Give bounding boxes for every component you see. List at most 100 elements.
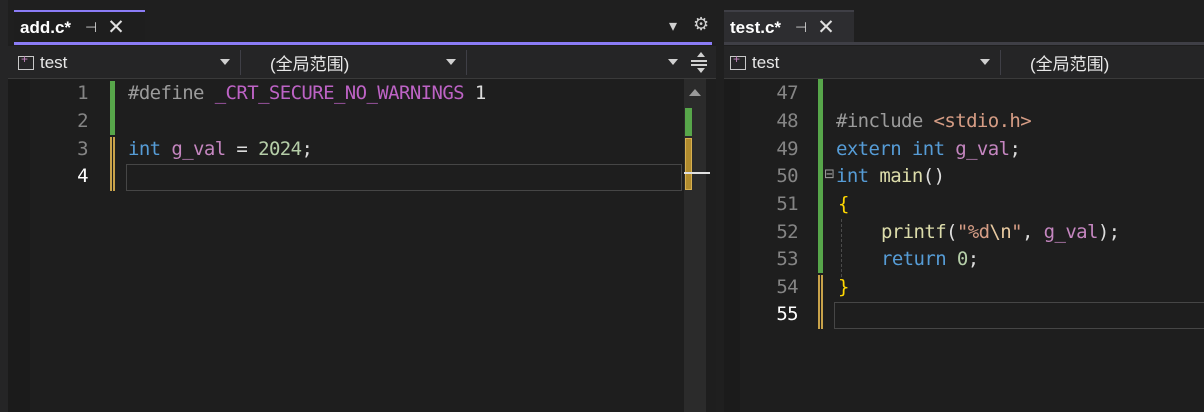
parentheses: () xyxy=(922,165,945,187)
semicolon: ; xyxy=(967,248,979,270)
chevron-down-icon xyxy=(220,59,230,65)
number-literal: 2024 xyxy=(258,138,302,160)
semicolon: ; xyxy=(301,138,313,160)
variable-name: g_val xyxy=(1043,221,1099,243)
nav-divider xyxy=(466,50,467,75)
open-brace: { xyxy=(838,193,849,215)
right-navigation-bar: test (全局范围) xyxy=(724,46,1204,79)
left-outer-gutter xyxy=(8,79,30,412)
close-icon[interactable]: ✕ xyxy=(107,17,125,38)
scroll-up-icon[interactable] xyxy=(689,89,701,96)
line-number: 47 xyxy=(776,82,798,104)
line-number: 50 xyxy=(776,165,798,187)
saved-change-marker xyxy=(818,79,823,273)
line-number: 49 xyxy=(776,138,798,160)
comma: , xyxy=(1021,221,1044,243)
tab-add-c[interactable]: add.c* ⊣ ✕ xyxy=(14,10,145,43)
line-number-current: 55 xyxy=(776,303,798,325)
line-number: 53 xyxy=(776,248,798,270)
project-icon xyxy=(730,52,746,70)
line-number: 52 xyxy=(776,221,798,243)
chevron-down-icon xyxy=(668,59,678,65)
variable-name: g_val xyxy=(160,138,226,160)
type-keyword: int xyxy=(128,138,161,160)
scrollbar-caret-marker xyxy=(684,172,710,174)
tab-title: test.c* xyxy=(730,17,782,37)
project-dropdown[interactable]: test xyxy=(726,50,998,75)
project-dropdown[interactable]: test xyxy=(14,50,238,75)
unsaved-change-marker xyxy=(110,137,115,191)
type-keyword: int xyxy=(901,138,945,160)
code-line-50: int main() xyxy=(836,165,945,187)
line-number: 3 xyxy=(77,138,88,160)
nav-divider xyxy=(1000,50,1001,75)
open-paren: ( xyxy=(946,221,957,243)
right-accent-line xyxy=(724,42,1204,45)
left-tab-strip: add.c* ⊣ ✕ ▾ ⚙ xyxy=(0,0,716,412)
close-brace: } xyxy=(838,276,849,298)
scrollbar-unsaved-marker xyxy=(685,138,692,190)
member-dropdown[interactable] xyxy=(468,50,686,75)
return-keyword: return xyxy=(881,248,947,270)
scope-dropdown[interactable]: (全局范围) xyxy=(242,50,464,75)
right-outer-gutter xyxy=(724,79,740,412)
project-icon xyxy=(18,52,34,70)
pin-icon[interactable]: ⊣ xyxy=(795,19,807,36)
pane-splitter[interactable] xyxy=(716,0,724,412)
collapse-icon[interactable]: ⊟ xyxy=(824,167,835,182)
code-line-48: #include <stdio.h> xyxy=(836,110,1032,132)
line-number: 1 xyxy=(77,82,88,104)
left-edge-strip xyxy=(0,0,8,412)
left-vertical-scrollbar[interactable] xyxy=(684,79,710,412)
line-number: 2 xyxy=(77,110,88,132)
left-accent-line xyxy=(14,42,712,45)
directive: #define xyxy=(128,82,204,104)
nav-divider xyxy=(240,50,241,75)
indent-guide xyxy=(841,219,842,277)
semicolon: ; xyxy=(1009,138,1021,160)
tab-test-c[interactable]: test.c* ⊣ ✕ xyxy=(724,10,854,43)
macro-name: _CRT_SECURE_NO_WARNINGS xyxy=(203,82,465,104)
close-paren: ); xyxy=(1097,221,1120,243)
number-literal: 0 xyxy=(946,248,968,270)
line-number: 48 xyxy=(776,110,798,132)
escape-sequence: \n xyxy=(989,221,1012,243)
project-name: test xyxy=(752,52,780,72)
tab-title: add.c* xyxy=(20,17,72,37)
tab-list-dropdown-icon[interactable]: ▾ xyxy=(669,16,677,36)
variable-name: g_val xyxy=(944,138,1010,160)
code-line-3: int g_val = 2024; xyxy=(128,138,313,160)
code-line-49: extern int g_val; xyxy=(836,138,1021,160)
extern-keyword: extern xyxy=(836,138,902,160)
scope-label: (全局范围) xyxy=(1030,55,1110,74)
function-name: main xyxy=(868,165,923,187)
string-quote: " xyxy=(1011,221,1022,243)
left-navigation-bar: test (全局范围) xyxy=(8,46,716,79)
pin-icon[interactable]: ⊣ xyxy=(85,19,97,36)
assign-operator: = xyxy=(225,138,259,160)
gear-icon[interactable]: ⚙ xyxy=(693,14,709,35)
close-icon[interactable]: ✕ xyxy=(817,17,835,38)
type-keyword: int xyxy=(836,165,869,187)
project-name: test xyxy=(40,52,68,72)
scope-label: (全局范围) xyxy=(270,55,350,74)
directive: #include xyxy=(836,110,923,132)
current-line-highlight xyxy=(126,164,682,191)
right-code-editor[interactable]: 47 48 49 50 51 52 53 54 55 #include <std… xyxy=(724,79,1204,412)
code-line-53: return 0; xyxy=(881,248,979,270)
chevron-down-icon xyxy=(446,59,456,65)
saved-change-marker xyxy=(110,81,115,135)
string-literal: "%d xyxy=(956,221,990,243)
split-window-icon[interactable] xyxy=(690,52,708,73)
chevron-down-icon xyxy=(980,59,990,65)
scrollbar-saved-marker xyxy=(685,108,692,136)
code-line-52: printf("%d\n", g_val); xyxy=(881,221,1120,243)
macro-value: 1 xyxy=(464,82,486,104)
function-call: printf xyxy=(881,221,947,243)
scope-dropdown[interactable]: (全局范围) xyxy=(1002,50,1204,75)
code-line-54: } xyxy=(838,276,849,298)
right-tab-strip: test.c* ⊣ ✕ xyxy=(724,0,1204,44)
line-number: 54 xyxy=(776,276,798,298)
code-line-51: { xyxy=(838,193,849,215)
left-code-editor[interactable]: 1 2 3 4 #define _CRT_SECURE_NO_WARNINGS … xyxy=(8,79,684,412)
